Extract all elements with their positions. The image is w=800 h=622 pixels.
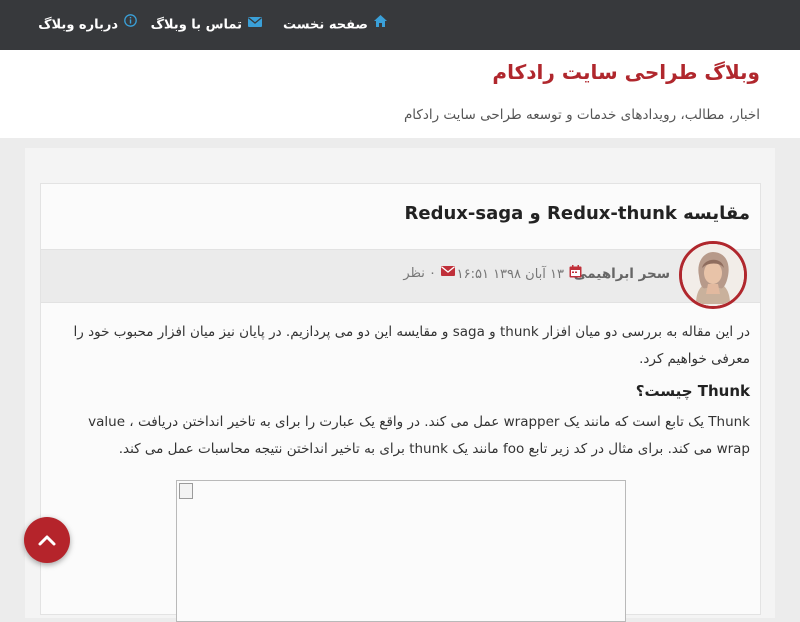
post-intro-paragraph: در این مقاله به بررسی دو میان افزار thun… [73, 324, 750, 367]
scroll-top-button[interactable] [24, 517, 70, 563]
post-comments-text: ۰ نظر [403, 266, 436, 281]
post-date: ۱۳ آبان ۱۳۹۸ ۱۶:۵۱ [456, 265, 582, 283]
post-body: در این مقاله به بررسی دو میان افزار thun… [52, 319, 750, 463]
section-heading: Thunk چیست؟ [635, 382, 750, 400]
section-paragraph: Thunk یک تابع است که مانند یک wrapper عم… [88, 414, 750, 457]
nav-contact-label: تماس با وبلاگ [150, 17, 242, 33]
home-icon [374, 0, 387, 49]
calendar-icon [569, 265, 582, 282]
comments-envelope-icon [441, 265, 455, 280]
nav-about-label: درباره وبلاگ [38, 17, 118, 33]
broken-image-icon [179, 483, 193, 499]
post-author[interactable]: سحر ابراهیمی [574, 266, 670, 282]
post-meta-bar: سحر ابراهیمی ۱۳ آبان ۱۳۹۸ ۱۶:۵۱ ۰ نظر [41, 241, 760, 309]
post-date-text: ۱۳ آبان ۱۳۹۸ ۱۶:۵۱ [456, 267, 564, 282]
nav-home-label: صفحه نخست [283, 17, 368, 33]
author-avatar[interactable] [679, 241, 747, 309]
nav-item-about[interactable]: درباره وبلاگ [38, 0, 137, 50]
nav-item-contact[interactable]: تماس با وبلاگ [151, 0, 262, 50]
envelope-icon [248, 0, 262, 49]
content-area: مقایسه Redux-thunk و Redux-saga سحر ابرا… [25, 148, 775, 622]
nav-item-home[interactable]: صفحه نخست [283, 0, 387, 50]
post-card: مقایسه Redux-thunk و Redux-saga سحر ابرا… [40, 183, 761, 622]
broken-image-placeholder [176, 480, 626, 622]
chevron-up-icon [38, 535, 56, 546]
info-icon [124, 0, 137, 49]
site-title[interactable]: وبلاگ طراحی سایت رادکام [492, 60, 760, 84]
post-title[interactable]: مقایسه Redux-thunk و Redux-saga [405, 203, 750, 224]
top-navigation-bar: صفحه نخست تماس با وبلاگ درباره وبلاگ [0, 0, 800, 50]
post-comments[interactable]: ۰ نظر [403, 266, 455, 281]
site-header: وبلاگ طراحی سایت رادکام اخبار، مطالب، رو… [0, 50, 800, 138]
site-description: اخبار، مطالب، رویدادهای خدمات و توسعه طر… [403, 107, 760, 123]
